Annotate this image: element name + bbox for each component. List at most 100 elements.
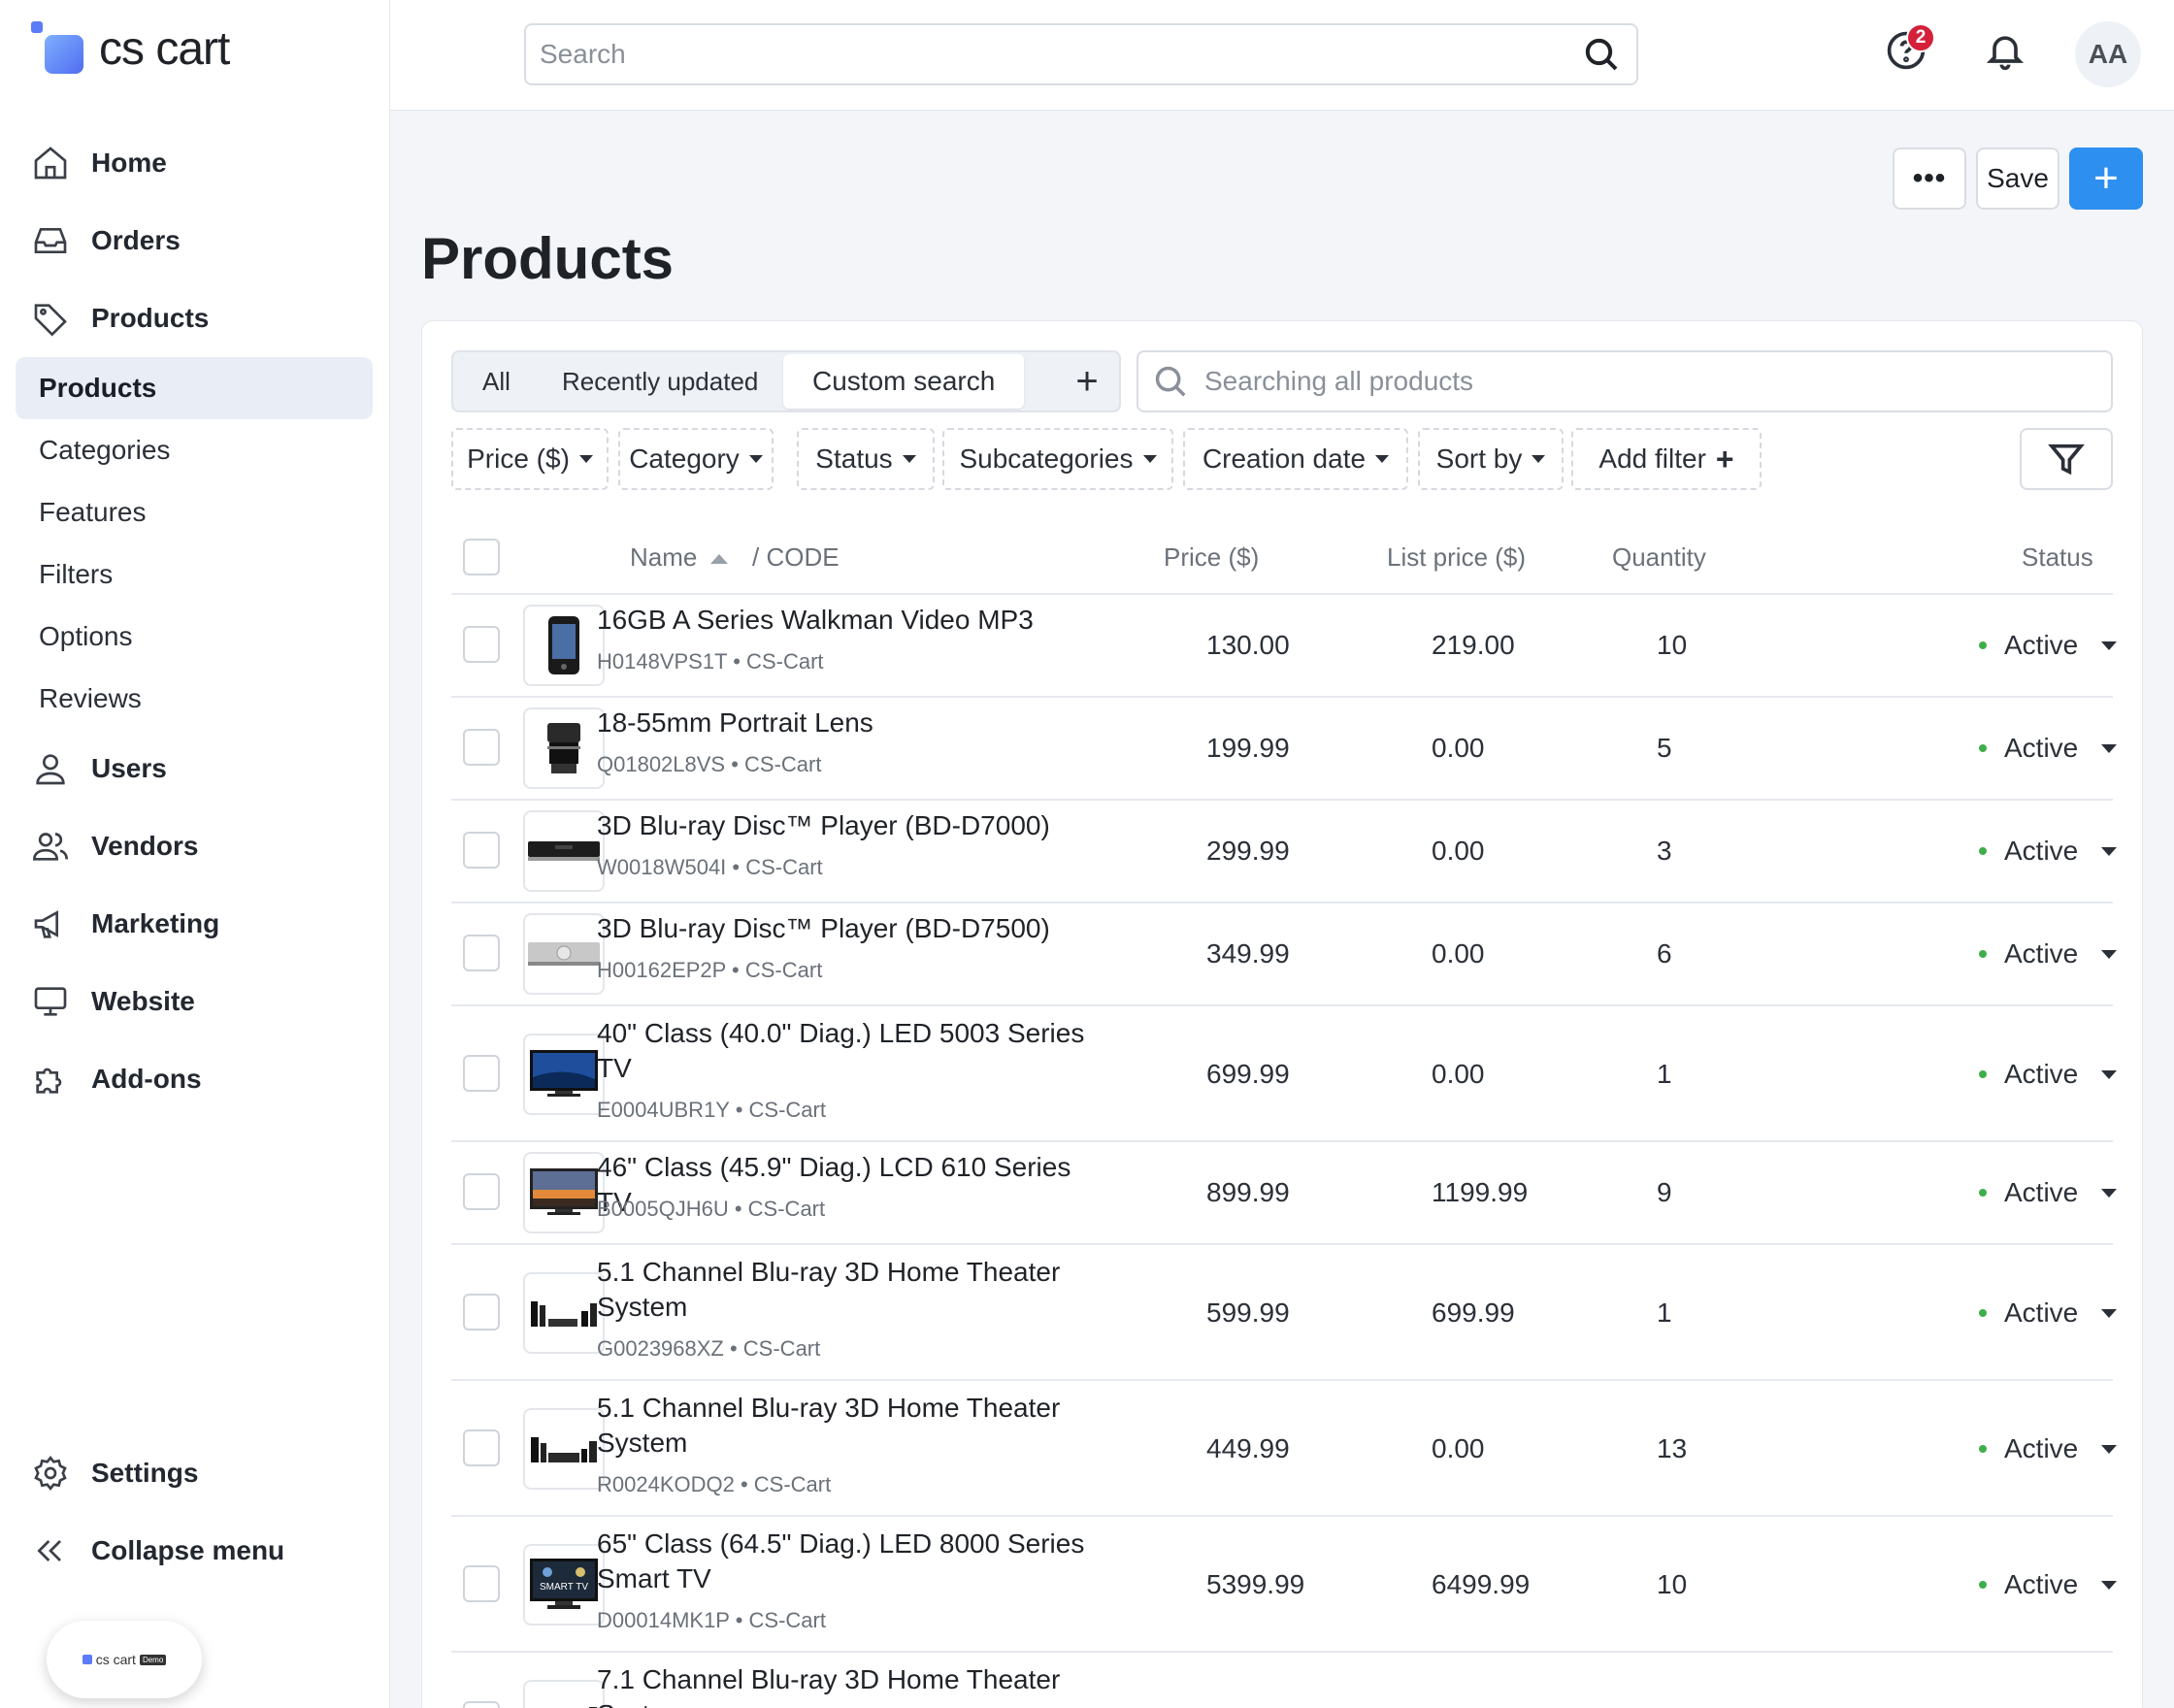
table-row[interactable]: 46" Class (45.9" Diag.) LCD 610 Series T… bbox=[451, 1140, 2118, 1243]
product-list-price[interactable]: 0.00 bbox=[1432, 733, 1485, 764]
product-thumbnail[interactable] bbox=[523, 913, 605, 995]
nav-settings[interactable]: Settings bbox=[16, 1442, 373, 1504]
product-quantity[interactable]: 1 bbox=[1657, 1059, 1672, 1090]
product-price[interactable]: 349.99 bbox=[1206, 938, 1290, 969]
product-list-price[interactable]: 219.00 bbox=[1432, 630, 1515, 661]
nav-orders[interactable]: Orders bbox=[16, 210, 373, 272]
product-name[interactable]: 40" Class (40.0" Diag.) LED 5003 Series … bbox=[597, 1016, 1111, 1086]
avatar[interactable]: AA bbox=[2075, 21, 2141, 87]
subnav-options[interactable]: Options bbox=[16, 606, 373, 668]
product-thumbnail[interactable] bbox=[523, 1152, 605, 1233]
nav-home[interactable]: Home bbox=[16, 132, 373, 194]
status-dropdown[interactable]: Active bbox=[1979, 733, 2118, 764]
demo-badge[interactable]: cs cart Demo bbox=[47, 1621, 202, 1698]
product-search-input[interactable] bbox=[1204, 366, 2111, 397]
product-name[interactable]: 16GB A Series Walkman Video MP3 bbox=[597, 603, 1111, 638]
subnav-categories[interactable]: Categories bbox=[16, 419, 373, 481]
nav-products[interactable]: Products bbox=[16, 287, 373, 349]
filter-sort-by[interactable]: Sort by bbox=[1418, 428, 1564, 490]
tab-custom-search[interactable]: Custom search bbox=[783, 354, 1025, 409]
product-list-price[interactable]: 0.00 bbox=[1432, 938, 1485, 969]
table-row[interactable]: 3D Blu-ray Disc™ Player (BD-D7000) W0018… bbox=[451, 799, 2118, 902]
save-button[interactable]: Save bbox=[1976, 148, 2059, 210]
product-price[interactable]: 899.99 bbox=[1206, 1177, 1290, 1208]
product-thumbnail[interactable] bbox=[523, 1272, 605, 1354]
product-name[interactable]: 3D Blu-ray Disc™ Player (BD-D7000) bbox=[597, 808, 1111, 843]
row-checkbox[interactable] bbox=[463, 1055, 500, 1092]
table-row[interactable]: 7.1 Channel Blu-ray 3D Home Theater Syst… bbox=[451, 1651, 2113, 1708]
product-thumbnail[interactable] bbox=[523, 1680, 605, 1708]
table-row[interactable]: 3D Blu-ray Disc™ Player (BD-D7500) H0016… bbox=[451, 902, 2118, 1004]
product-quantity[interactable]: 13 bbox=[1657, 1433, 1687, 1464]
product-thumbnail[interactable]: SMART TV bbox=[523, 1544, 605, 1626]
product-search[interactable] bbox=[1136, 350, 2113, 412]
status-dropdown[interactable]: Active bbox=[1979, 1297, 2118, 1329]
product-name[interactable]: 3D Blu-ray Disc™ Player (BD-D7500) bbox=[597, 911, 1111, 946]
add-filter-button[interactable]: Add filter + bbox=[1571, 428, 1762, 490]
product-name[interactable]: 5.1 Channel Blu-ray 3D Home Theater Syst… bbox=[597, 1391, 1111, 1461]
collapse-menu-button[interactable]: Collapse menu bbox=[16, 1520, 373, 1582]
product-name[interactable]: 5.1 Channel Blu-ray 3D Home Theater Syst… bbox=[597, 1255, 1111, 1325]
table-row[interactable]: SMART TV 65" Class (64.5" Diag.) LED 800… bbox=[451, 1515, 2118, 1651]
tab-all[interactable]: All bbox=[482, 352, 511, 411]
row-checkbox[interactable] bbox=[463, 1701, 500, 1708]
filter-subcategories[interactable]: Subcategories bbox=[942, 428, 1173, 490]
row-checkbox[interactable] bbox=[463, 1294, 500, 1330]
product-price[interactable]: 299.99 bbox=[1206, 836, 1290, 867]
global-search[interactable] bbox=[524, 23, 1638, 85]
product-list-price[interactable]: 699.99 bbox=[1432, 1297, 1515, 1329]
status-dropdown[interactable]: Active bbox=[1979, 1059, 2118, 1090]
row-checkbox[interactable] bbox=[463, 1173, 500, 1210]
product-quantity[interactable]: 10 bbox=[1657, 1569, 1687, 1600]
status-dropdown[interactable]: Active bbox=[1979, 938, 2118, 969]
product-thumbnail[interactable] bbox=[523, 707, 605, 789]
row-checkbox[interactable] bbox=[463, 1565, 500, 1602]
status-dropdown[interactable]: Active bbox=[1979, 836, 2118, 867]
row-checkbox[interactable] bbox=[463, 935, 500, 971]
add-product-button[interactable]: + bbox=[2069, 148, 2143, 210]
filter-creation-date[interactable]: Creation date bbox=[1183, 428, 1408, 490]
product-name[interactable]: 18-55mm Portrait Lens bbox=[597, 706, 1111, 740]
product-quantity[interactable]: 3 bbox=[1657, 836, 1672, 867]
subnav-reviews[interactable]: Reviews bbox=[16, 668, 373, 730]
brand-logo[interactable]: cs cart bbox=[31, 21, 230, 76]
table-row[interactable]: 40" Class (40.0" Diag.) LED 5003 Series … bbox=[451, 1004, 2118, 1140]
filter-category[interactable]: Category bbox=[618, 428, 774, 490]
product-list-price[interactable]: 0.00 bbox=[1432, 836, 1485, 867]
tab-recently-updated[interactable]: Recently updated bbox=[562, 352, 758, 411]
row-checkbox[interactable] bbox=[463, 626, 500, 663]
product-thumbnail[interactable] bbox=[523, 810, 605, 892]
table-row[interactable]: 5.1 Channel Blu-ray 3D Home Theater Syst… bbox=[451, 1243, 2118, 1379]
product-thumbnail[interactable] bbox=[523, 605, 605, 686]
product-price[interactable]: 130.00 bbox=[1206, 630, 1290, 661]
product-list-price[interactable]: 0.00 bbox=[1432, 1433, 1485, 1464]
add-tab-button[interactable]: + bbox=[1055, 352, 1119, 411]
product-name[interactable]: 65" Class (64.5" Diag.) LED 8000 Series … bbox=[597, 1527, 1111, 1596]
select-all-checkbox[interactable] bbox=[463, 539, 500, 575]
product-price[interactable]: 449.99 bbox=[1206, 1433, 1290, 1464]
column-list-price[interactable]: List price ($) bbox=[1387, 542, 1526, 573]
nav-marketing[interactable]: Marketing bbox=[16, 893, 373, 955]
product-list-price[interactable]: 0.00 bbox=[1432, 1059, 1485, 1090]
column-status[interactable]: Status bbox=[2022, 542, 2093, 573]
product-price[interactable]: 199.99 bbox=[1206, 733, 1290, 764]
nav-website[interactable]: Website bbox=[16, 970, 373, 1033]
product-quantity[interactable]: 6 bbox=[1657, 938, 1672, 969]
subnav-filters[interactable]: Filters bbox=[16, 543, 373, 606]
nav-addons[interactable]: Add-ons bbox=[16, 1048, 373, 1110]
product-quantity[interactable]: 1 bbox=[1657, 1297, 1672, 1329]
row-checkbox[interactable] bbox=[463, 729, 500, 766]
column-name[interactable]: Name bbox=[630, 542, 729, 573]
product-thumbnail[interactable] bbox=[523, 1408, 605, 1490]
status-dropdown[interactable]: Active bbox=[1979, 1433, 2118, 1464]
nav-users[interactable]: Users bbox=[16, 738, 373, 800]
notifications-button[interactable] bbox=[1984, 29, 2030, 76]
filter-status[interactable]: Status bbox=[797, 428, 935, 490]
column-price[interactable]: Price ($) bbox=[1164, 542, 1259, 573]
more-actions-button[interactable]: ••• bbox=[1893, 148, 1966, 210]
row-checkbox[interactable] bbox=[463, 1429, 500, 1466]
help-button[interactable]: 2 bbox=[1885, 23, 1935, 76]
status-dropdown[interactable]: Active bbox=[1979, 1569, 2118, 1600]
global-search-input[interactable] bbox=[540, 39, 1582, 70]
advanced-filter-button[interactable] bbox=[2020, 428, 2113, 490]
